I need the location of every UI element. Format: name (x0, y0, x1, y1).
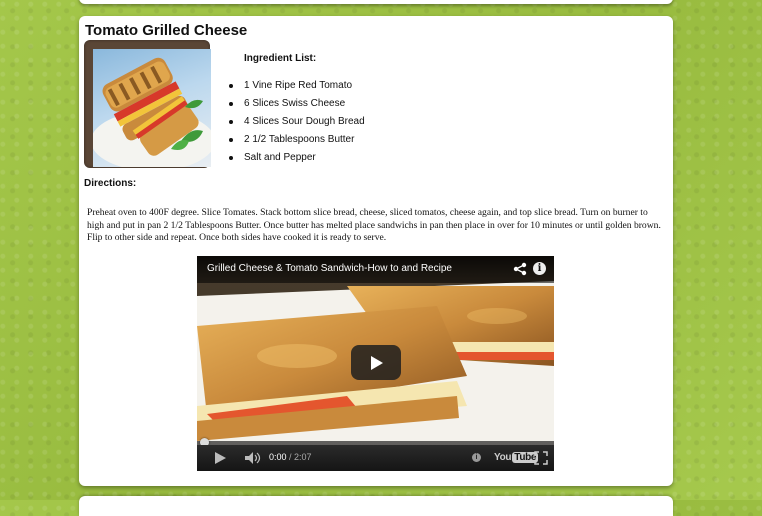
time-display: 0:00 / 2:07 (269, 452, 312, 462)
time-separator: / (286, 452, 295, 462)
info-icon[interactable]: i (533, 262, 546, 275)
previous-card-edge (79, 0, 673, 4)
ingredient-list: 1 Vine Ripe Red Tomato 6 Slices Swiss Ch… (229, 79, 365, 169)
ingredients-heading: Ingredient List: (244, 53, 317, 64)
directions-text: Preheat oven to 400F degree. Slice Tomat… (87, 207, 661, 244)
list-item: 6 Slices Swiss Cheese (229, 97, 365, 115)
volume-icon[interactable] (244, 451, 262, 465)
share-icon[interactable] (513, 262, 527, 276)
directions-heading: Directions: (84, 178, 137, 189)
video-player[interactable]: Grilled Cheese & Tomato Sandwich-How to … (197, 256, 554, 471)
video-title[interactable]: Grilled Cheese & Tomato Sandwich-How to … (207, 263, 452, 274)
duration: 2:07 (294, 452, 312, 462)
annotations-icon[interactable]: i (472, 453, 481, 462)
list-item: Salt and Pepper (229, 151, 365, 169)
list-item: 4 Slices Sour Dough Bread (229, 115, 365, 133)
youtube-logo-you: You (494, 452, 512, 463)
recipe-photo-frame (84, 40, 211, 168)
next-card-edge (79, 496, 673, 516)
list-item: 1 Vine Ripe Red Tomato (229, 79, 365, 97)
video-title-bar: Grilled Cheese & Tomato Sandwich-How to … (197, 256, 554, 283)
youtube-logo[interactable]: You Tube (494, 452, 539, 463)
list-item: 2 1/2 Tablespoons Butter (229, 133, 365, 151)
video-controls: 0:00 / 2:07 i You Tube (197, 445, 554, 471)
play-button[interactable] (351, 345, 401, 380)
play-icon[interactable] (215, 452, 226, 464)
recipe-card: Tomato Grilled Cheese Ingredient List: 1… (79, 16, 673, 486)
current-time: 0:00 (269, 452, 287, 462)
recipe-photo (93, 49, 211, 167)
fullscreen-icon[interactable] (534, 451, 548, 465)
recipe-title: Tomato Grilled Cheese (85, 22, 248, 39)
